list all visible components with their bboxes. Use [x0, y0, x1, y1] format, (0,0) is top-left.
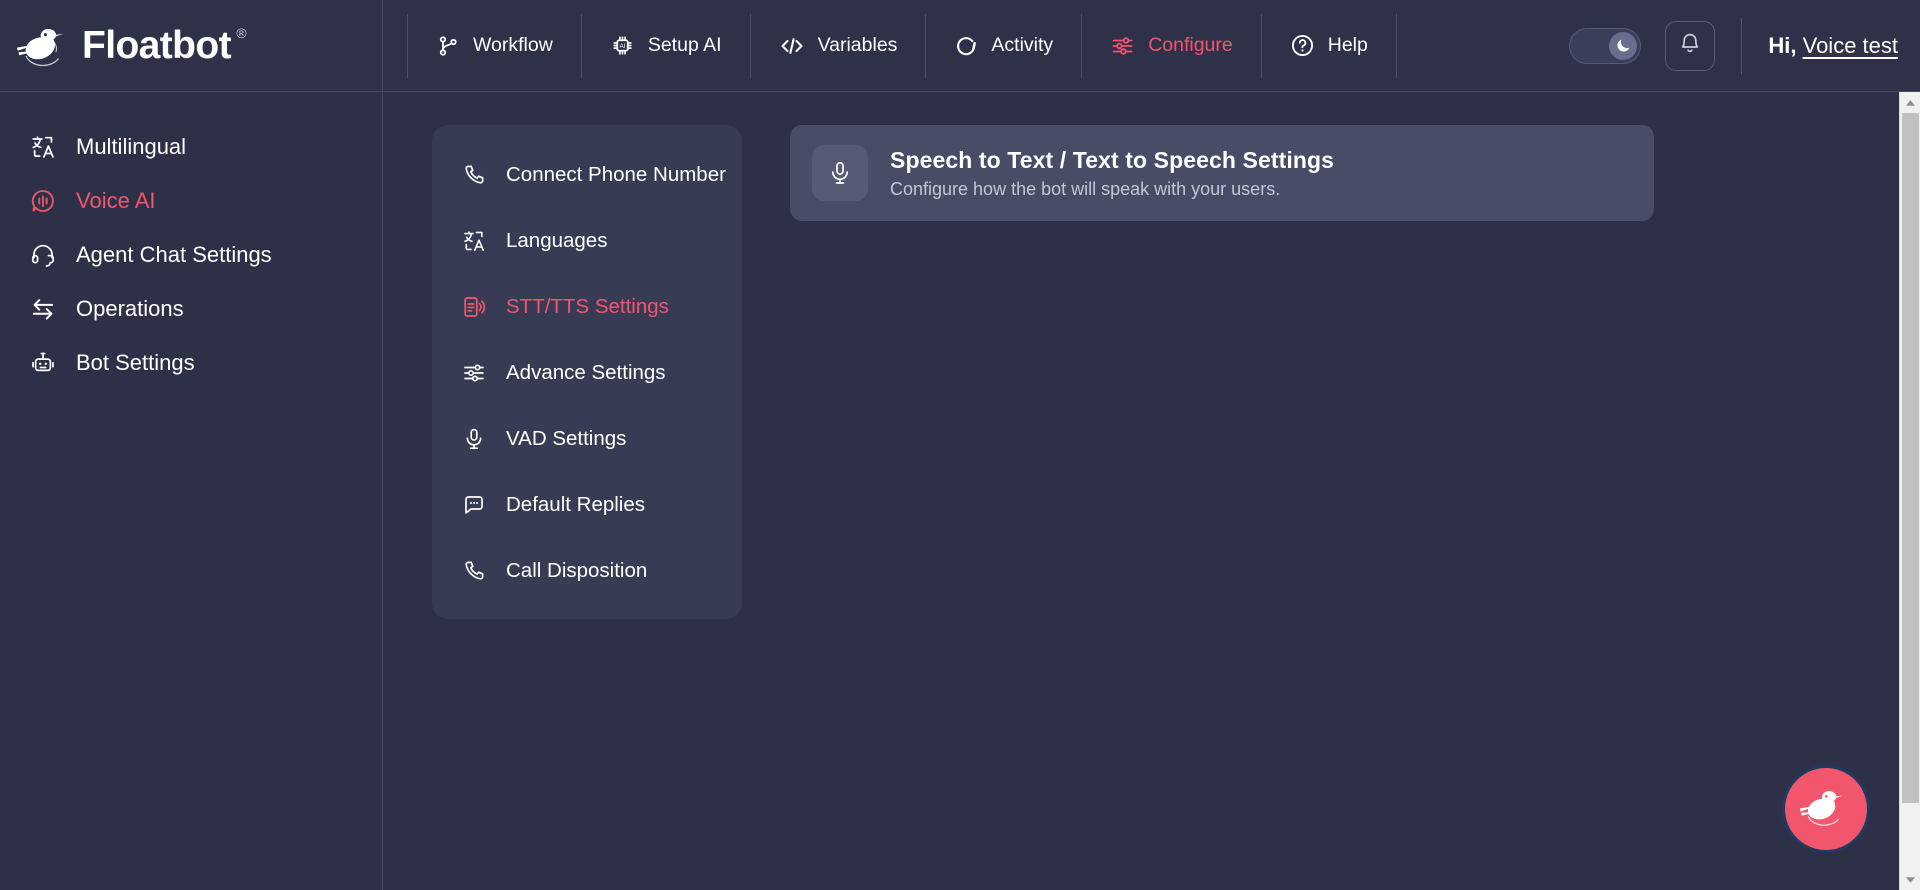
topnav-item-configure[interactable]: Configure	[1082, 13, 1262, 78]
microphone-icon	[812, 145, 868, 201]
topnav-item-help[interactable]: Help	[1262, 13, 1397, 78]
translate-icon	[460, 227, 488, 255]
sidebar-item-voice-ai[interactable]: Voice AI	[0, 174, 382, 228]
floatbot-bird-logo-icon	[1797, 785, 1855, 834]
code-brackets-icon	[779, 34, 805, 58]
menu-item-default-replies[interactable]: Default Replies	[432, 481, 742, 529]
page-subtitle: Configure how the bot will speak with yo…	[890, 178, 1281, 199]
microphone-icon	[460, 425, 488, 453]
sliders-icon	[1110, 34, 1135, 58]
sidebar-item-agent-chat-settings[interactable]: Agent Chat Settings	[0, 228, 382, 282]
page-title: Speech to Text / Text to Speech Settings	[890, 146, 1335, 173]
sidebar-item-label: Operations	[76, 296, 184, 321]
topnav-item-setup-ai[interactable]: AI Setup AI	[582, 13, 751, 78]
sidebar-item-bot-settings[interactable]: Bot Settings	[0, 336, 382, 390]
robot-icon	[28, 348, 58, 378]
exchange-arrows-icon	[28, 294, 58, 324]
topnav-item-activity[interactable]: Activity	[926, 13, 1083, 78]
menu-item-label: Languages	[506, 229, 608, 252]
menu-item-label: Connect Phone Number	[506, 163, 726, 186]
menu-item-connect-phone-number[interactable]: Connect Phone Number	[432, 151, 742, 199]
scrollbar-thumb[interactable]	[1902, 113, 1919, 803]
scrollbar-down-arrow[interactable]	[1900, 869, 1920, 890]
question-circle-icon	[1290, 33, 1315, 58]
stt-tts-settings-header: Speech to Text / Text to Speech Settings…	[790, 125, 1654, 221]
refresh-circle-icon	[954, 34, 978, 58]
left-sidebar: Multilingual Voice AI Agent Chat Setting…	[0, 92, 383, 890]
panel-header-text: Speech to Text / Text to Speech Settings…	[890, 147, 1334, 200]
git-branch-icon	[436, 34, 460, 58]
main-content: Connect Phone Number Languages STT/TTS S…	[384, 92, 1900, 890]
svg-text:AI: AI	[619, 43, 625, 50]
menu-item-label: Call Disposition	[506, 559, 648, 582]
phone-icon	[460, 557, 488, 585]
menu-item-label: VAD Settings	[506, 427, 627, 450]
brand-name-text: Floatbot	[82, 23, 232, 67]
sliders-icon	[460, 359, 488, 387]
menu-item-stt-tts-settings[interactable]: STT/TTS Settings	[432, 283, 742, 331]
menu-item-vad-settings[interactable]: VAD Settings	[432, 415, 742, 463]
menu-item-call-disposition[interactable]: Call Disposition	[432, 547, 742, 595]
topnav-label: Setup AI	[647, 34, 722, 56]
headset-icon	[28, 240, 58, 270]
top-navigation: Workflow AI Setup AI Variables Activity …	[407, 13, 1397, 78]
sidebar-item-label: Agent Chat Settings	[76, 242, 272, 267]
notifications-button[interactable]	[1665, 20, 1716, 71]
user-name-link[interactable]: Voice test	[1803, 33, 1898, 58]
menu-item-label: STT/TTS Settings	[506, 295, 669, 318]
dark-mode-toggle[interactable]	[1569, 27, 1642, 64]
registered-mark: ®	[236, 24, 246, 41]
greeting-prefix: Hi,	[1768, 32, 1797, 58]
topnav-label: Variables	[817, 34, 898, 56]
floatbot-bird-logo-icon	[14, 23, 76, 69]
topnav-label: Workflow	[473, 34, 553, 56]
app-root: Floatbot ® Workflow AI Setup AI Variable…	[0, 0, 1920, 890]
sidebar-item-label: Bot Settings	[76, 350, 195, 375]
cpu-chip-ai-icon: AI	[610, 33, 635, 58]
brand-logo-area[interactable]: Floatbot ®	[0, 0, 383, 92]
scrollbar-up-arrow[interactable]	[1900, 92, 1920, 113]
topnav-item-variables[interactable]: Variables	[751, 13, 927, 78]
floatbot-chat-launcher-button[interactable]	[1782, 765, 1870, 853]
translate-icon	[28, 132, 58, 162]
menu-item-advance-settings[interactable]: Advance Settings	[432, 349, 742, 397]
phone-icon	[460, 161, 488, 189]
sidebar-item-label: Voice AI	[76, 188, 156, 213]
top-bar-divider	[1741, 17, 1743, 74]
voice-settings-menu-card: Connect Phone Number Languages STT/TTS S…	[432, 125, 742, 619]
top-bar: Floatbot ® Workflow AI Setup AI Variable…	[0, 0, 1920, 92]
moon-icon	[1609, 31, 1638, 60]
user-greeting[interactable]: Hi, Voice test	[1768, 33, 1898, 59]
chat-dots-icon	[460, 491, 488, 519]
menu-item-label: Advance Settings	[506, 361, 666, 384]
sidebar-item-label: Multilingual	[76, 134, 187, 159]
topnav-label: Configure	[1148, 34, 1233, 56]
brand-wordmark: Floatbot ®	[82, 23, 247, 68]
topnav-item-workflow[interactable]: Workflow	[407, 13, 582, 78]
doc-speaker-icon	[460, 293, 488, 321]
bell-icon	[1678, 31, 1702, 60]
menu-item-label: Default Replies	[506, 493, 646, 516]
voice-wave-icon	[28, 186, 58, 216]
topnav-label: Activity	[991, 34, 1054, 56]
sidebar-item-operations[interactable]: Operations	[0, 282, 382, 336]
top-bar-right: Hi, Voice test	[1569, 14, 1920, 78]
topnav-label: Help	[1327, 34, 1368, 56]
menu-item-languages[interactable]: Languages	[432, 217, 742, 265]
sidebar-item-multilingual[interactable]: Multilingual	[0, 120, 382, 174]
page-scrollbar[interactable]	[1899, 92, 1920, 890]
